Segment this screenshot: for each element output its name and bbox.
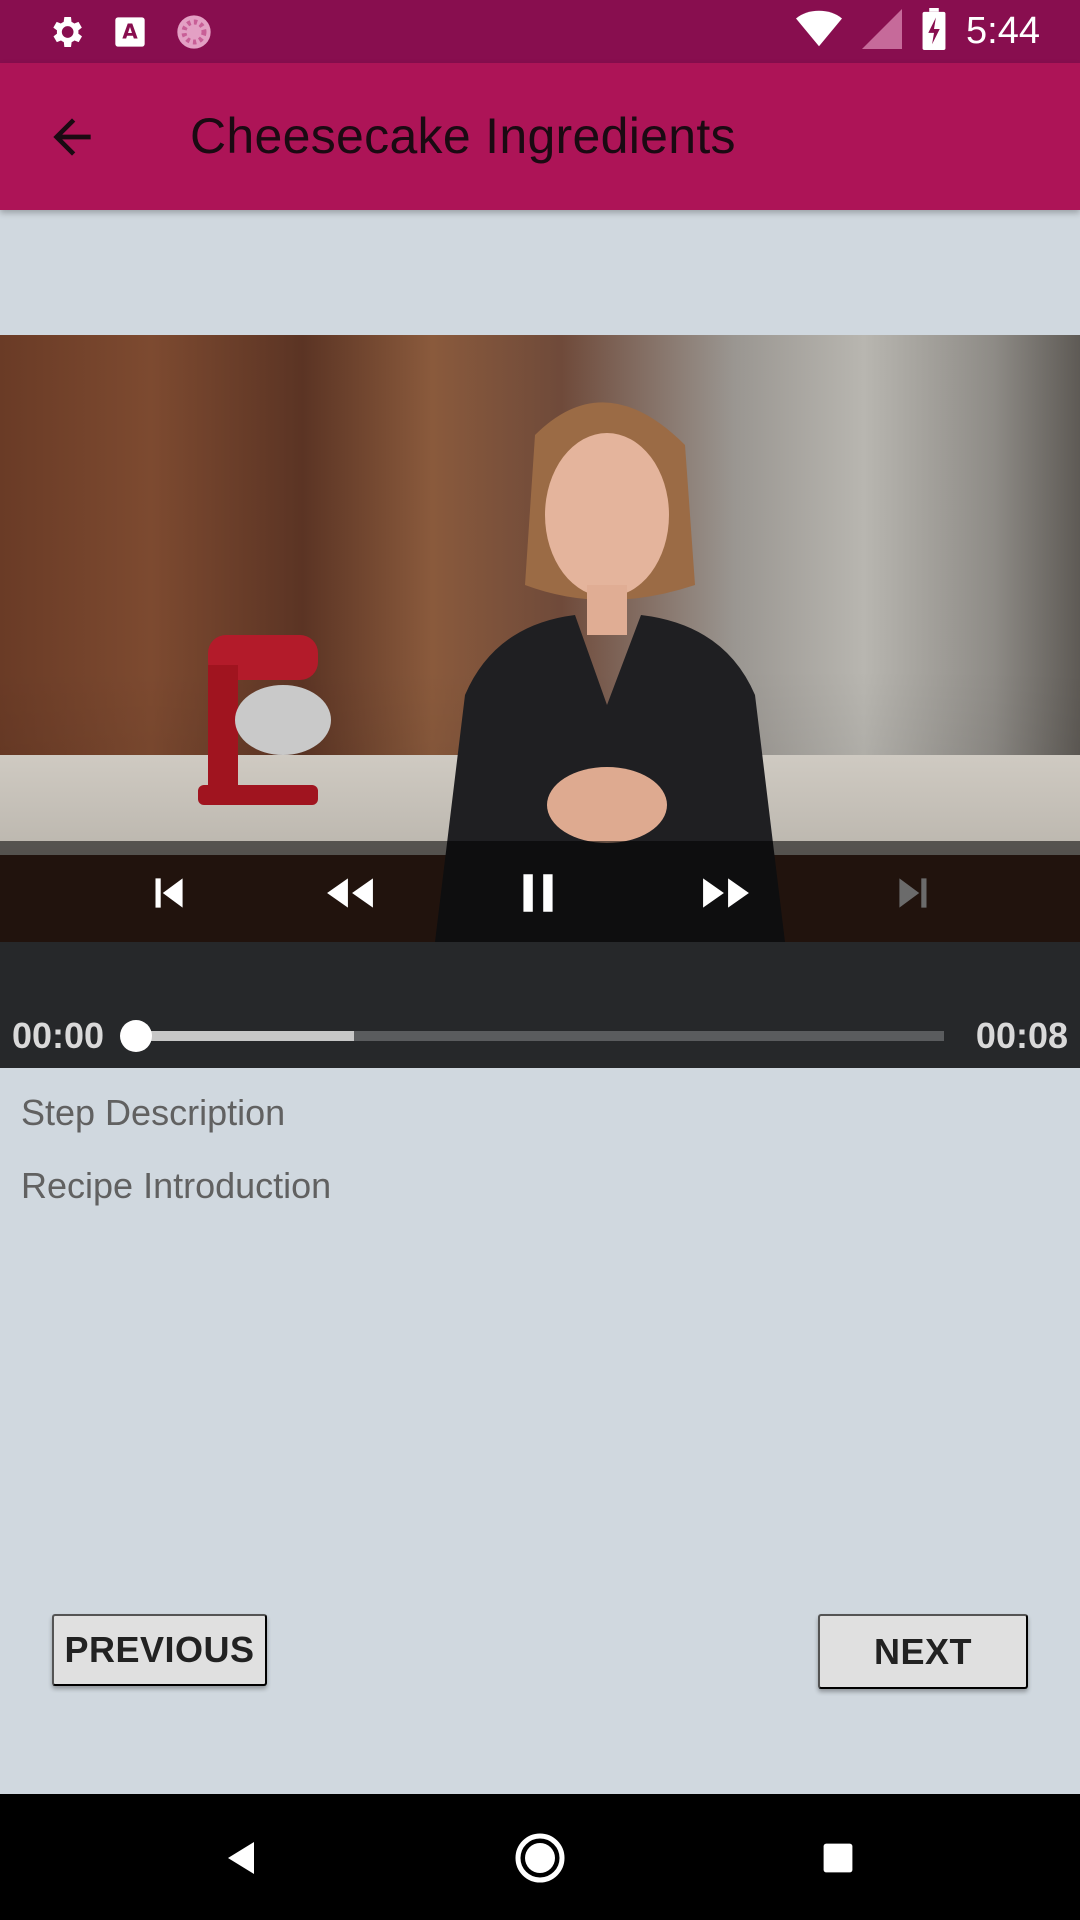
settings-icon <box>46 12 86 57</box>
status-bar: A 5:44 <box>0 0 1080 63</box>
stand-mixer-image <box>198 635 331 805</box>
status-clock: 5:44 <box>966 10 1040 52</box>
rewind-icon[interactable] <box>320 863 380 923</box>
fast-forward-icon[interactable] <box>696 863 756 923</box>
video-player[interactable]: 00:00 00:08 <box>0 335 1080 1068</box>
next-button[interactable]: NEXT <box>818 1614 1028 1689</box>
step-description-label: Step Description <box>21 1092 286 1133</box>
step-description-text: Recipe Introduction <box>21 1165 332 1206</box>
seek-buffered <box>136 1031 355 1041</box>
current-time: 00:00 <box>12 1015 105 1056</box>
skip-next-icon[interactable] <box>884 863 944 923</box>
skip-previous-icon[interactable] <box>138 863 198 923</box>
nav-home-icon[interactable] <box>510 1828 570 1888</box>
font-a-icon: A <box>114 16 146 53</box>
previous-button[interactable]: PREVIOUS <box>52 1614 267 1686</box>
video-frame[interactable] <box>0 335 1080 942</box>
arrow-back-icon[interactable] <box>44 109 100 165</box>
seek-bar[interactable] <box>120 1020 944 1052</box>
wifi-icon <box>796 9 843 54</box>
page-title: Cheesecake Ingredients <box>190 108 736 164</box>
battery-charging-icon <box>922 8 946 55</box>
cell-signal-icon <box>862 9 903 54</box>
seek-thumb[interactable] <box>120 1020 152 1052</box>
system-nav-bar <box>0 1794 1080 1920</box>
nav-recents-icon[interactable] <box>808 1828 868 1888</box>
playback-controls <box>0 841 1080 942</box>
app-bar: Cheesecake Ingredients <box>0 63 1080 210</box>
loading-spinner-icon <box>174 12 214 57</box>
svg-text:A: A <box>122 20 138 44</box>
duration-time: 00:08 <box>975 1015 1068 1056</box>
pause-icon[interactable] <box>508 863 568 923</box>
nav-back-icon[interactable] <box>212 1828 272 1888</box>
